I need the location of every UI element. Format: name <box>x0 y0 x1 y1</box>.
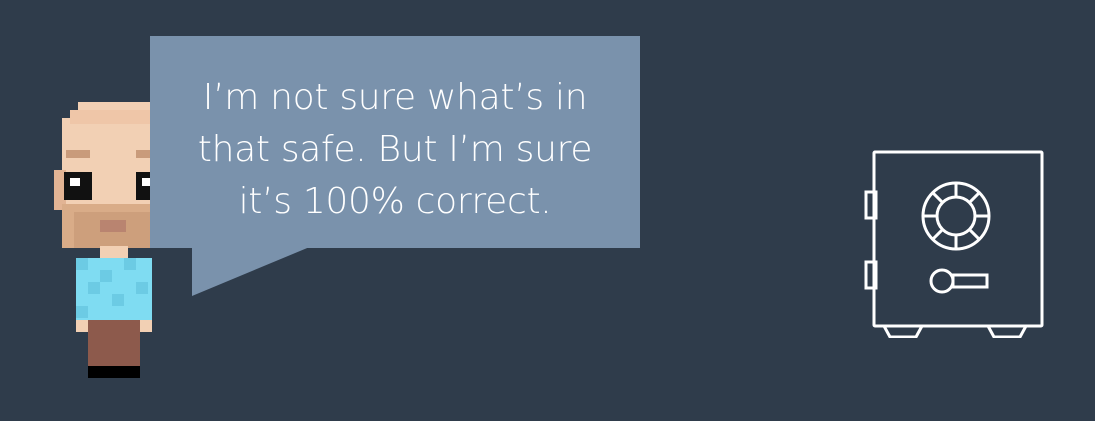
speech-bubble-text: I’m not sure what’s in that safe. But I’… <box>160 72 630 228</box>
speech-bubble-tail <box>192 246 312 296</box>
scene: I’m not sure what’s in that safe. But I’… <box>0 0 1095 421</box>
speech-line-1: I’m not sure what’s in <box>202 77 588 118</box>
speech-line-3: it’s 100% correct. <box>238 181 552 222</box>
speech-line-2: that safe. But I’m sure <box>197 129 593 170</box>
safe-icon <box>864 150 1044 338</box>
